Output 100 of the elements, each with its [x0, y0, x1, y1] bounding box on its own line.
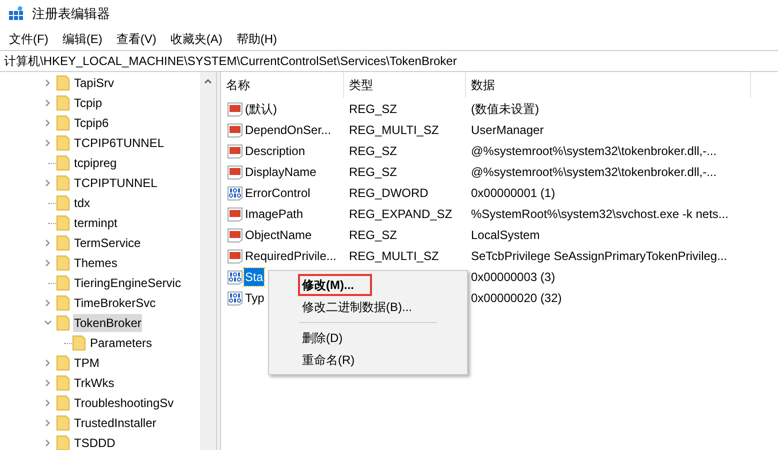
table-cell[interactable]: RequiredPrivile... — [244, 246, 338, 264]
tree-item[interactable]: tdx — [73, 194, 92, 212]
table-cell: @%systemroot%\system32\tokenbroker.dll,-... — [471, 164, 717, 178]
table-cell[interactable]: DisplayName — [244, 162, 318, 180]
address-bar[interactable]: 计算机\HKEY_LOCAL_MACHINE\SYSTEM\CurrentControlSet\Services\TokenBroker — [0, 50, 778, 72]
collapsed-caret-icon[interactable] — [44, 399, 52, 407]
table-cell[interactable]: ObjectName — [244, 226, 313, 244]
table-cell: REG_SZ — [349, 228, 398, 242]
collapsed-caret-icon[interactable] — [44, 379, 52, 387]
collapsed-caret-icon[interactable] — [44, 239, 52, 247]
table-cell[interactable]: DependOnSer... — [244, 120, 332, 138]
tree-item[interactable]: Parameters — [89, 334, 154, 352]
tree-item[interactable]: Tcpip — [73, 94, 104, 112]
table-cell[interactable]: Description — [244, 142, 306, 160]
tree-item[interactable]: Tcpip6 — [73, 114, 110, 132]
tree-item[interactable]: TapiSrv — [73, 74, 116, 92]
collapsed-caret-icon[interactable] — [44, 119, 52, 127]
table-cell: @%systemroot%\system32\tokenbroker.dll,-... — [471, 144, 717, 158]
menu-item[interactable]: 修改二进制数据(B)... — [269, 296, 467, 318]
string-value-icon — [227, 100, 243, 116]
table-cell: REG_SZ — [349, 102, 398, 116]
folder-icon — [72, 335, 86, 351]
menu-item[interactable]: 重命名(R) — [269, 349, 467, 371]
expanded-caret-icon[interactable] — [44, 319, 52, 327]
collapsed-caret-icon[interactable] — [44, 139, 52, 147]
registry-cubes-icon — [8, 6, 24, 22]
table-cell[interactable]: Sta — [244, 268, 264, 286]
folder-icon — [56, 435, 70, 450]
folder-icon — [56, 295, 70, 311]
tree-item[interactable]: TPM — [73, 354, 100, 372]
menu-item[interactable]: 删除(D) — [269, 327, 467, 349]
folder-icon — [56, 95, 70, 111]
menu-item[interactable]: 修改(M)... — [269, 274, 467, 296]
tree-item[interactable]: TCPIP6TUNNEL — [73, 134, 166, 152]
table-cell: 0x00000001 (1) — [471, 186, 556, 200]
menu-item[interactable]: 帮助(H) — [229, 30, 284, 48]
tree-item[interactable]: TCPIPTUNNEL — [73, 174, 158, 192]
tree-item[interactable]: TroubleshootingSv — [73, 394, 175, 412]
folder-icon — [56, 195, 70, 211]
table-cell: REG_DWORD — [349, 186, 428, 200]
tree-item[interactable]: TimeBrokerSvc — [73, 294, 157, 312]
folder-icon — [56, 175, 70, 191]
table-cell: REG_MULTI_SZ — [349, 122, 439, 136]
collapsed-caret-icon[interactable] — [44, 419, 52, 427]
string-value-icon — [227, 142, 243, 158]
folder-icon — [56, 255, 70, 271]
string-value-icon — [227, 122, 243, 138]
column-header[interactable]: 名称 — [221, 72, 344, 98]
table-cell[interactable]: ImagePath — [244, 204, 304, 222]
string-value-icon — [227, 226, 243, 242]
menu-item[interactable]: 编辑(E) — [55, 30, 110, 48]
string-value-icon — [227, 248, 243, 264]
tree-item[interactable]: Themes — [73, 254, 118, 272]
folder-icon — [56, 275, 70, 291]
table-cell: SeTcbPrivilege SeAssignPrimaryTokenPrivileg... — [471, 248, 728, 262]
tree-item[interactable]: tcpipreg — [73, 154, 118, 172]
collapsed-caret-icon[interactable] — [44, 359, 52, 367]
collapsed-caret-icon[interactable] — [44, 299, 52, 307]
table-cell: REG_EXPAND_SZ — [349, 206, 452, 220]
collapsed-caret-icon[interactable] — [44, 439, 52, 447]
string-value-icon — [227, 164, 243, 180]
scrollbar[interactable] — [200, 72, 216, 450]
column-header[interactable]: 类型 — [344, 72, 466, 98]
folder-icon — [56, 135, 70, 151]
collapsed-caret-icon[interactable] — [44, 79, 52, 87]
binary-value-icon — [227, 184, 243, 200]
table-cell: UserManager — [471, 122, 544, 136]
table-cell: 0x00000003 (3) — [471, 270, 556, 284]
window-title: 注册表编辑器 — [32, 5, 110, 24]
table-cell[interactable]: (默认) — [244, 100, 278, 118]
table-cell: (数值未设置) — [471, 102, 539, 116]
tree-item[interactable]: TrkWks — [73, 374, 116, 392]
table-cell: REG_MULTI_SZ — [349, 248, 439, 262]
tree-item[interactable]: terminpt — [73, 214, 118, 232]
table-cell: REG_SZ — [349, 164, 398, 178]
table-cell[interactable]: Typ — [244, 288, 266, 306]
tree-item[interactable]: TermService — [73, 234, 142, 252]
menu-item[interactable]: 查看(V) — [109, 30, 164, 48]
collapsed-caret-icon[interactable] — [44, 99, 52, 107]
scroll-up-icon[interactable] — [204, 78, 212, 84]
collapsed-caret-icon[interactable] — [44, 179, 52, 187]
folder-icon — [56, 375, 70, 391]
folder-icon — [56, 355, 70, 371]
collapsed-caret-icon[interactable] — [44, 259, 52, 267]
column-header[interactable]: 数据 — [466, 72, 751, 98]
tree-item[interactable]: TSDDD — [73, 434, 116, 450]
tree-item[interactable]: TokenBroker — [73, 314, 142, 332]
table-cell: REG_SZ — [349, 144, 398, 158]
menu-item[interactable]: 收藏夹(A) — [163, 30, 230, 48]
folder-icon — [56, 395, 70, 411]
table-cell: %SystemRoot%\system32\svchost.exe -k nets... — [471, 206, 728, 220]
tree-item[interactable]: TieringEngineServic — [73, 274, 182, 292]
table-cell[interactable]: ErrorControl — [244, 184, 312, 202]
menu-item[interactable]: 文件(F) — [2, 30, 56, 48]
tree-item[interactable]: TrustedInstaller — [73, 414, 158, 432]
table-cell: 0x00000020 (32) — [471, 290, 562, 304]
folder-icon — [56, 75, 70, 91]
folder-icon — [56, 155, 70, 171]
binary-value-icon — [227, 290, 243, 306]
folder-icon — [56, 215, 70, 231]
